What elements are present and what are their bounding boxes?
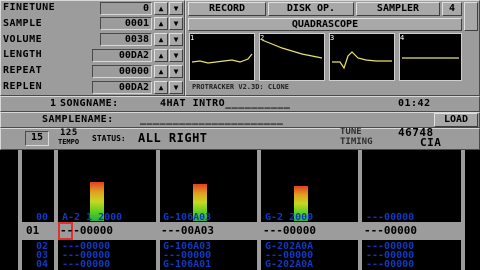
pattern-cell[interactable]: G-202A0A — [265, 260, 313, 270]
arrow-up-icon: ▲ — [158, 19, 164, 28]
length-label: LENGTH — [3, 49, 43, 60]
status-text: ALL RIGHT — [138, 131, 208, 145]
scope-label-3: 3 — [330, 34, 335, 42]
arrow-up-icon: ▲ — [158, 4, 164, 13]
scope-label-2: 2 — [260, 34, 265, 42]
arrow-up-icon: ▲ — [158, 51, 164, 60]
replen-up-button[interactable]: ▲ — [154, 81, 168, 94]
row-number: 00 — [35, 212, 48, 223]
sample-number-value[interactable]: 0001 — [100, 17, 152, 30]
finetune-up-button[interactable]: ▲ — [154, 2, 168, 15]
channel-divider — [18, 150, 22, 270]
pattern-cell[interactable]: ---00000 — [366, 260, 414, 270]
tempo-label: TEMPO — [58, 138, 80, 146]
finetune-down-button[interactable]: ▼ — [169, 2, 183, 15]
version-text: PROTRACKER V2.3D: CLONE — [192, 83, 289, 91]
length-value[interactable]: 00DA2 — [92, 49, 152, 62]
waveform-2 — [261, 39, 323, 59]
scope-channel-2 — [259, 33, 325, 81]
waveform-1 — [191, 53, 253, 64]
channel-divider — [54, 150, 58, 270]
samplename-label: SAMPLENAME: — [42, 114, 114, 125]
volume-down-button[interactable]: ▼ — [169, 33, 183, 46]
channels-button[interactable]: 4 — [442, 2, 462, 16]
timing-value: CIA — [420, 137, 442, 148]
song-number: 1 — [50, 98, 57, 109]
sampler-button[interactable]: SAMPLER — [356, 2, 440, 16]
pattern-cell[interactable]: G-2 2000 — [265, 213, 313, 223]
replen-label: REPLEN — [3, 81, 43, 92]
status-label: STATUS: — [92, 134, 126, 143]
volume-value[interactable]: 0038 — [100, 33, 152, 46]
arrow-up-icon: ▲ — [158, 35, 164, 44]
pattern-cell-current[interactable]: ---00000 — [263, 223, 316, 239]
pattern-cell-current[interactable]: ---00000 — [364, 223, 417, 239]
songname-value[interactable]: 4HAT INTRO__________ — [160, 97, 370, 111]
pattern-cell-current[interactable]: ---00A03 — [161, 223, 214, 239]
arrow-down-icon: ▼ — [173, 51, 179, 60]
arrow-down-icon: ▼ — [173, 83, 179, 92]
volume-up-button[interactable]: ▲ — [154, 33, 168, 46]
pattern-cell[interactable]: G-106A01 — [163, 260, 211, 270]
scroll-button[interactable] — [464, 2, 478, 31]
timing-label: TIMING — [340, 137, 373, 147]
disk-op-button[interactable]: DISK OP. — [268, 2, 354, 16]
quadrascope-title[interactable]: QUADRASCOPE — [188, 18, 462, 31]
scope-label-4: 4 — [400, 34, 405, 42]
arrow-down-icon: ▼ — [173, 19, 179, 28]
channel-divider — [257, 150, 261, 270]
load-button[interactable]: LOAD — [434, 113, 478, 127]
replen-value[interactable]: 00DA2 — [92, 81, 152, 94]
finetune-value[interactable]: 0 — [100, 2, 152, 15]
repeat-label: REPEAT — [3, 65, 43, 76]
songname-label: SONGNAME: — [60, 98, 119, 109]
replen-down-button[interactable]: ▼ — [169, 81, 183, 94]
scope-channel-1 — [189, 33, 255, 81]
pattern-cell[interactable]: G-106A03 — [163, 213, 211, 223]
pattern-cell[interactable]: A-2 1 2000 — [62, 213, 122, 223]
row-number: 04 — [35, 259, 48, 270]
octave-value[interactable]: 15 — [25, 131, 49, 146]
channel-divider — [461, 150, 465, 270]
arrow-down-icon: ▼ — [173, 35, 179, 44]
samplename-value[interactable]: ______________________ — [140, 113, 420, 127]
scope-channel-3 — [329, 33, 395, 81]
waveform-4 — [402, 57, 459, 59]
arrow-down-icon: ▼ — [173, 4, 179, 13]
tune-label: TUNE — [340, 127, 362, 137]
length-up-button[interactable]: ▲ — [154, 49, 168, 62]
channel-divider — [358, 150, 362, 270]
length-down-button[interactable]: ▼ — [169, 49, 183, 62]
sample-down-button[interactable]: ▼ — [169, 17, 183, 30]
pattern-cell[interactable]: ---00000 — [62, 260, 110, 270]
record-button[interactable]: RECORD — [188, 2, 266, 16]
arrow-down-icon: ▼ — [173, 67, 179, 76]
repeat-value[interactable]: 00000 — [92, 65, 152, 78]
current-row-number: 01 — [26, 224, 40, 237]
sample-label: SAMPLE — [3, 18, 43, 29]
arrow-up-icon: ▲ — [158, 83, 164, 92]
sample-up-button[interactable]: ▲ — [154, 17, 168, 30]
pattern-cell-current[interactable]: ---00000 — [60, 223, 113, 239]
volume-label: VOLUME — [3, 34, 43, 45]
waveform-3 — [332, 51, 392, 70]
arrow-up-icon: ▲ — [158, 67, 164, 76]
finetune-label: FINETUNE — [3, 2, 56, 13]
repeat-up-button[interactable]: ▲ — [154, 65, 168, 78]
scope-channel-4 — [399, 33, 462, 81]
pattern-cell[interactable]: ---00000 — [366, 213, 414, 223]
repeat-down-button[interactable]: ▼ — [169, 65, 183, 78]
song-time: 01:42 — [398, 98, 431, 109]
scope-label-1: 1 — [190, 34, 195, 42]
channel-divider — [156, 150, 160, 270]
